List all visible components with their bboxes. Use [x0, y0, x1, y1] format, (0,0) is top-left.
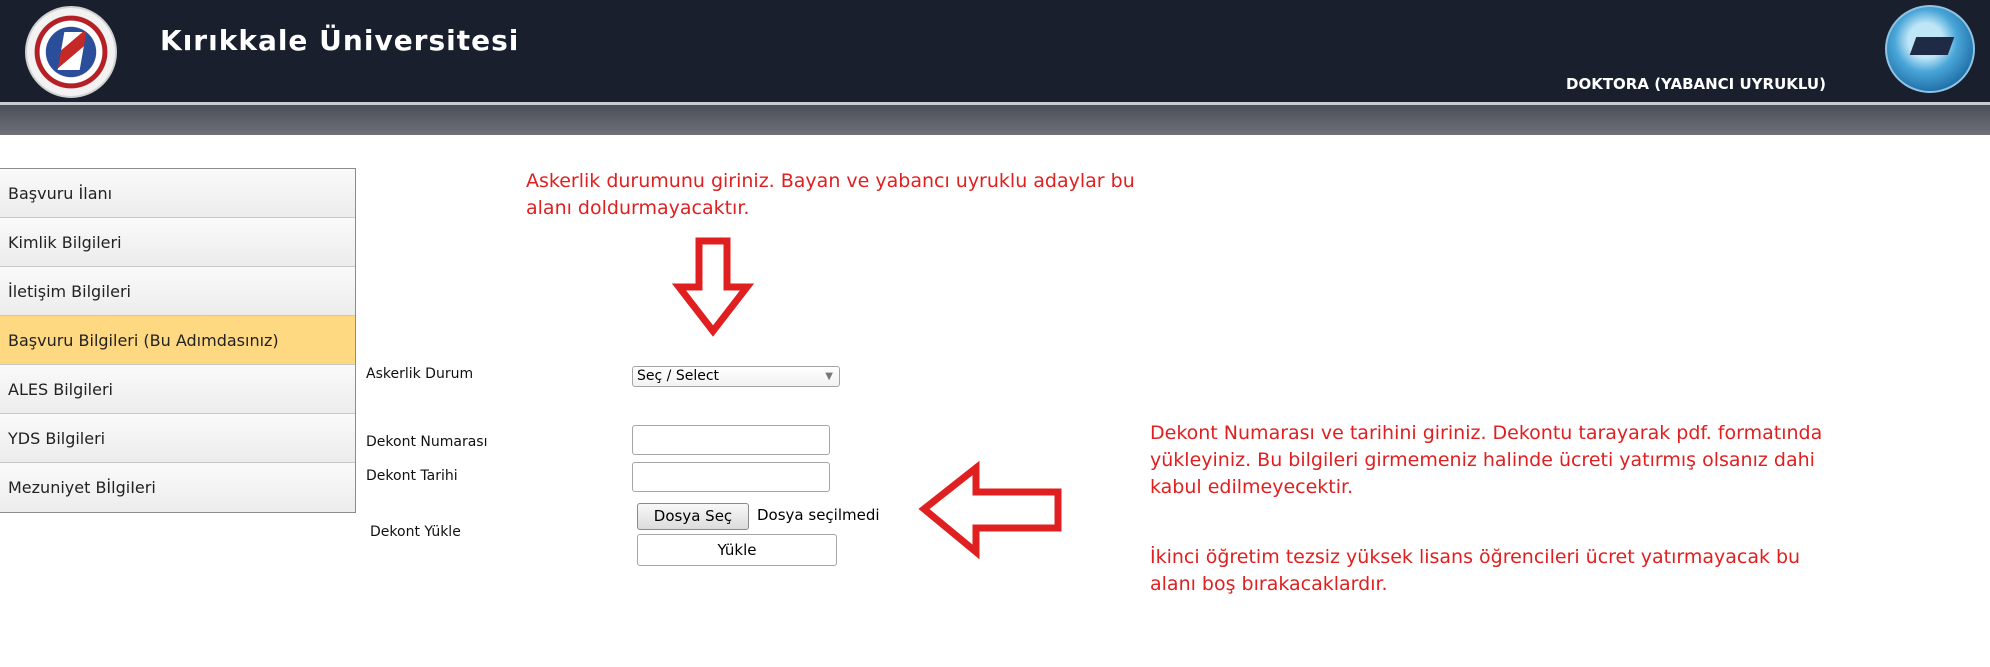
second-note-line2: alanı boş bırakacaklardır.	[1150, 573, 1388, 595]
university-seal-icon	[25, 6, 117, 98]
chevron-down-icon: ▼	[825, 371, 833, 382]
military-status-select[interactable]: Seç / Select ▼	[632, 366, 840, 387]
sidebar-item-application-info[interactable]: Başvuru Bilgileri (Bu Adımdasınız)	[0, 316, 355, 365]
down-arrow-icon	[671, 237, 755, 337]
sidebar-item-ales-info[interactable]: ALES Bilgileri	[0, 365, 355, 414]
department-band: Fars Dili ve Edebiyatı (Ortak Program)(D	[0, 105, 1990, 231]
university-title: Kırıkkale Üniversitesi	[160, 24, 520, 57]
top-header: Kırıkkale Üniversitesi DOKTORA (YABANCI …	[0, 0, 1990, 102]
military-status-value: Seç / Select	[637, 368, 720, 384]
receipt-note-line2: yükleyiniz. Bu bilgileri girmemeniz hali…	[1150, 449, 1815, 471]
receipt-upload-label: Dekont Yükle	[370, 524, 461, 540]
sidebar-item-identity-info[interactable]: Kimlik Bilgileri	[0, 218, 355, 267]
receipt-note-line3: kabul edilmeyecektir.	[1150, 476, 1354, 498]
file-status-text: Dosya seçilmedi	[757, 506, 880, 524]
application-steps-sidebar: Başvuru İlanı Kimlik Bilgileri İletişim …	[0, 168, 356, 513]
graduation-cap-globe-icon	[1885, 5, 1975, 93]
second-education-note: İkinci öğretim tezsiz yüksek lisans öğre…	[1150, 544, 1800, 598]
receipt-note: Dekont Numarası ve tarihini giriniz. Dek…	[1150, 420, 1822, 501]
department-title: Fars Dili ve Edebiyatı (Ortak Program)(D	[1505, 213, 1848, 231]
choose-file-button[interactable]: Dosya Seç	[637, 503, 749, 530]
receipt-number-input[interactable]	[632, 425, 830, 455]
sidebar-item-yds-info[interactable]: YDS Bilgileri	[0, 414, 355, 463]
receipt-date-label: Dekont Tarihi	[366, 468, 458, 484]
left-arrow-icon	[918, 460, 1062, 560]
receipt-date-input[interactable]	[632, 462, 830, 492]
receipt-number-label: Dekont Numarası	[366, 434, 488, 450]
upload-button[interactable]: Yükle	[637, 534, 837, 566]
military-note: Askerlik durumunu giriniz. Bayan ve yaba…	[526, 168, 1135, 222]
sidebar-item-contact-info[interactable]: İletişim Bilgileri	[0, 267, 355, 316]
military-note-line2: alanı doldurmayacaktır.	[526, 197, 750, 219]
sidebar-item-application-announcement[interactable]: Başvuru İlanı	[0, 169, 355, 218]
sidebar-item-graduation-info[interactable]: Mezuniyet BİlgiIeri	[0, 463, 355, 512]
program-title: DOKTORA (YABANCI UYRUKLU)	[1566, 75, 1826, 93]
military-note-line1: Askerlik durumunu giriniz. Bayan ve yaba…	[526, 170, 1135, 192]
receipt-note-line1: Dekont Numarası ve tarihini giriniz. Dek…	[1150, 422, 1823, 444]
military-status-label: Askerlik Durum	[366, 366, 474, 382]
second-note-line1: İkinci öğretim tezsiz yüksek lisans öğre…	[1150, 546, 1801, 568]
